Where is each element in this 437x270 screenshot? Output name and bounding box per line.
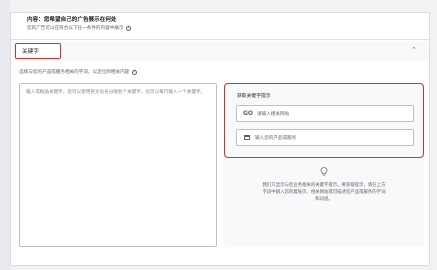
panel-header: 内容：您希望自己的广告展示在何处 您的广告可以在符合以下任一条件的内容中展示 ? xyxy=(27,15,132,31)
chevron-up-icon[interactable]: ⌃ xyxy=(411,46,417,54)
keyword-suggestions-box: 获取关键字提示 GO 请输入相关网站 输入您的产品或服务 xyxy=(224,83,424,158)
keywords-tab[interactable]: 关键字 xyxy=(15,43,61,59)
panel-subtitle-row: 您的广告可以在符合以下任一条件的内容中展示 ? xyxy=(27,25,132,31)
panel-subtitle: 您的广告可以在符合以下任一条件的内容中展示 xyxy=(27,26,124,31)
keywords-placeholder: 输入或粘贴关键字。您可以使用英文逗号分隔各个关键字，也可以每行输入一个关键字。 xyxy=(26,90,206,95)
keywords-tab-label: 关键字 xyxy=(22,49,39,55)
info-icon[interactable]: ? xyxy=(126,25,132,31)
panel-title: 内容：您希望自己的广告展示在何处 xyxy=(27,17,117,23)
keywords-textarea[interactable]: 输入或粘贴关键字。您可以使用英文逗号分隔各个关键字，也可以每行输入一个关键字。 xyxy=(19,83,217,247)
header-divider xyxy=(11,39,429,40)
content-targeting-panel: 内容：您希望自己的广告展示在何处 您的广告可以在符合以下任一条件的内容中展示 ?… xyxy=(10,12,430,266)
suggestions-help-text: 我们只显示与您业务相关的关键字提示。要获取提示，请在上方字段中输入您的着陆页、相… xyxy=(262,183,386,202)
info-icon[interactable]: ? xyxy=(132,69,138,75)
keyword-suggestions-panel: 获取关键字提示 GO 请输入相关网站 输入您的产品或服务 我们只显示与您业务相关… xyxy=(224,83,424,247)
keywords-instruction: 选择与您的产品或服务相关的字词，以定位到相关内容 xyxy=(19,70,130,75)
product-input[interactable]: 输入您的产品或服务 xyxy=(236,129,414,146)
keywords-section-header[interactable]: 关键字 ⌃ xyxy=(11,41,429,61)
link-icon: GO xyxy=(242,110,254,117)
suggestions-title: 获取关键字提示 xyxy=(237,94,271,99)
product-placeholder: 输入您的产品或服务 xyxy=(255,135,297,141)
website-placeholder: 请输入相关网站 xyxy=(257,111,290,117)
page-edge xyxy=(0,0,10,270)
store-icon xyxy=(244,135,250,140)
website-input[interactable]: GO 请输入相关网站 xyxy=(236,105,414,122)
keywords-instruction-row: 选择与您的产品或服务相关的字词，以定位到相关内容 ? xyxy=(19,69,138,75)
lightbulb-icon xyxy=(320,167,328,176)
